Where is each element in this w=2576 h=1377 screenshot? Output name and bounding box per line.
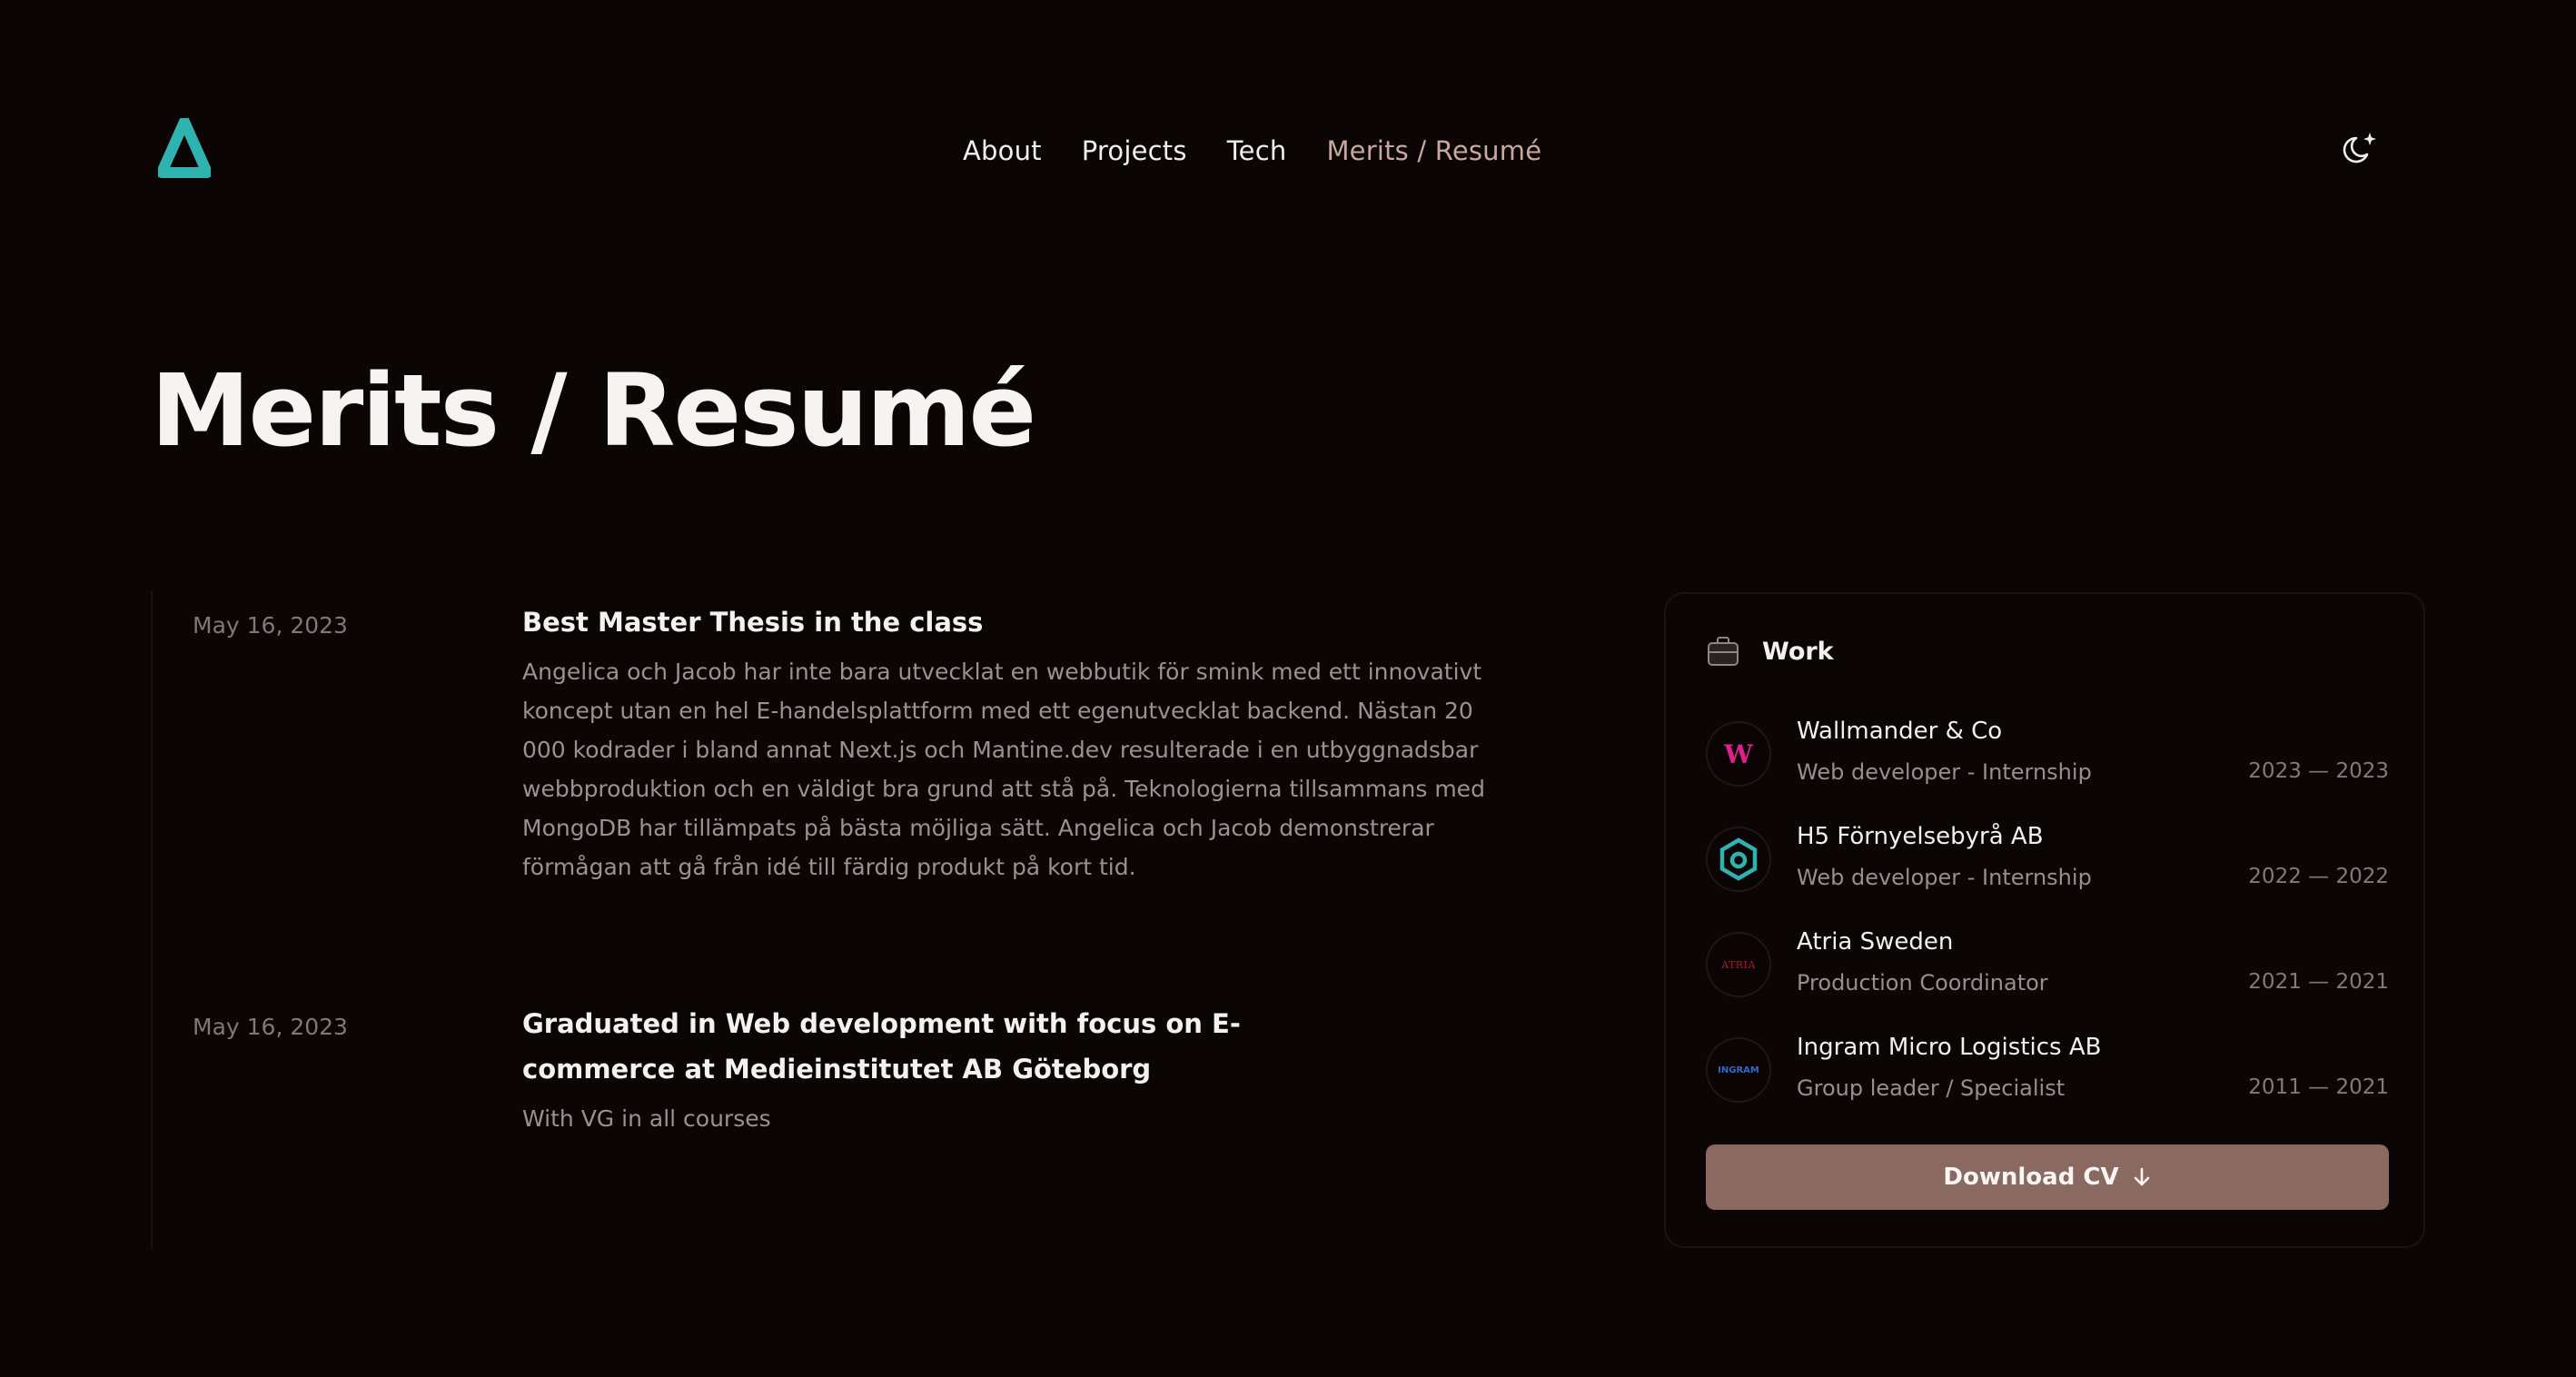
moon-sparkle-icon — [2343, 133, 2376, 163]
nav-merits-resume[interactable]: Merits / Resumé — [1326, 135, 1541, 166]
page-title: Merits / Resumé — [151, 352, 1036, 469]
merits-timeline: May 16, 2023 Best Master Thesis in the c… — [151, 590, 1604, 1249]
job-company: H5 Förnyelsebyrå AB — [1797, 823, 2044, 850]
job-role: Web developer - Internship — [1797, 865, 2092, 890]
download-cv-label: Download CV — [1943, 1164, 2119, 1191]
work-header: Work — [1706, 634, 1834, 669]
work-label: Work — [1762, 637, 1834, 666]
job-period: 2022 — 2022 — [2248, 865, 2389, 888]
timeline-description: Angelica och Jacob har inte bara utveckl… — [522, 659, 1485, 880]
timeline-description: With VG in all courses — [522, 1105, 771, 1132]
job-company: Wallmander & Co — [1797, 718, 2003, 745]
job-period: 2011 — 2021 — [2248, 1075, 2389, 1099]
job-role: Production Coordinator — [1797, 970, 2048, 996]
timeline-title: Best Master Thesis in the class — [522, 607, 984, 638]
job-company: Ingram Micro Logistics AB — [1797, 1034, 2102, 1061]
timeline-date: May 16, 2023 — [193, 1014, 348, 1040]
arrow-down-icon — [2134, 1167, 2149, 1186]
timeline-body: Best Master Thesis in the class Angelica… — [522, 599, 1512, 887]
job-period: 2021 — 2021 — [2248, 970, 2389, 994]
job-item: W Wallmander & Co Web developer - Intern… — [1706, 718, 2389, 787]
timeline-body: Graduated in Web development with focus … — [522, 1001, 1376, 1138]
atria-logo-icon: ATRIA — [1706, 932, 1771, 997]
download-cv-button[interactable]: Download CV — [1706, 1144, 2389, 1210]
timeline-date: May 16, 2023 — [193, 612, 348, 639]
job-item: INGRAM Ingram Micro Logistics AB Group l… — [1706, 1034, 2389, 1103]
ingram-logo-icon: INGRAM — [1706, 1037, 1771, 1103]
triangle-logo-icon[interactable] — [156, 116, 213, 178]
job-role: Web developer - Internship — [1797, 759, 2092, 785]
work-card: Work W Wallmander & Co Web developer - I… — [1664, 592, 2425, 1248]
job-item: H5 Förnyelsebyrå AB Web developer - Inte… — [1706, 823, 2389, 892]
nav-tech[interactable]: Tech — [1227, 135, 1287, 166]
nav-projects[interactable]: Projects — [1082, 135, 1187, 166]
timeline-title: Graduated in Web development with focus … — [522, 1008, 1241, 1085]
job-company: Atria Sweden — [1797, 928, 1954, 956]
nav-about[interactable]: About — [963, 135, 1042, 166]
h5-logo-icon — [1706, 827, 1771, 892]
job-item: ATRIA Atria Sweden Production Coordinato… — [1706, 928, 2389, 997]
theme-toggle-button[interactable] — [2340, 129, 2380, 169]
job-role: Group leader / Specialist — [1797, 1075, 2066, 1101]
wallmander-logo-icon: W — [1706, 721, 1771, 787]
main-nav: About Projects Tech Merits / Resumé — [963, 133, 1541, 169]
page: About Projects Tech Merits / Resumé Meri… — [0, 0, 2576, 1377]
briefcase-icon — [1708, 637, 1739, 666]
job-period: 2023 — 2023 — [2248, 759, 2389, 783]
